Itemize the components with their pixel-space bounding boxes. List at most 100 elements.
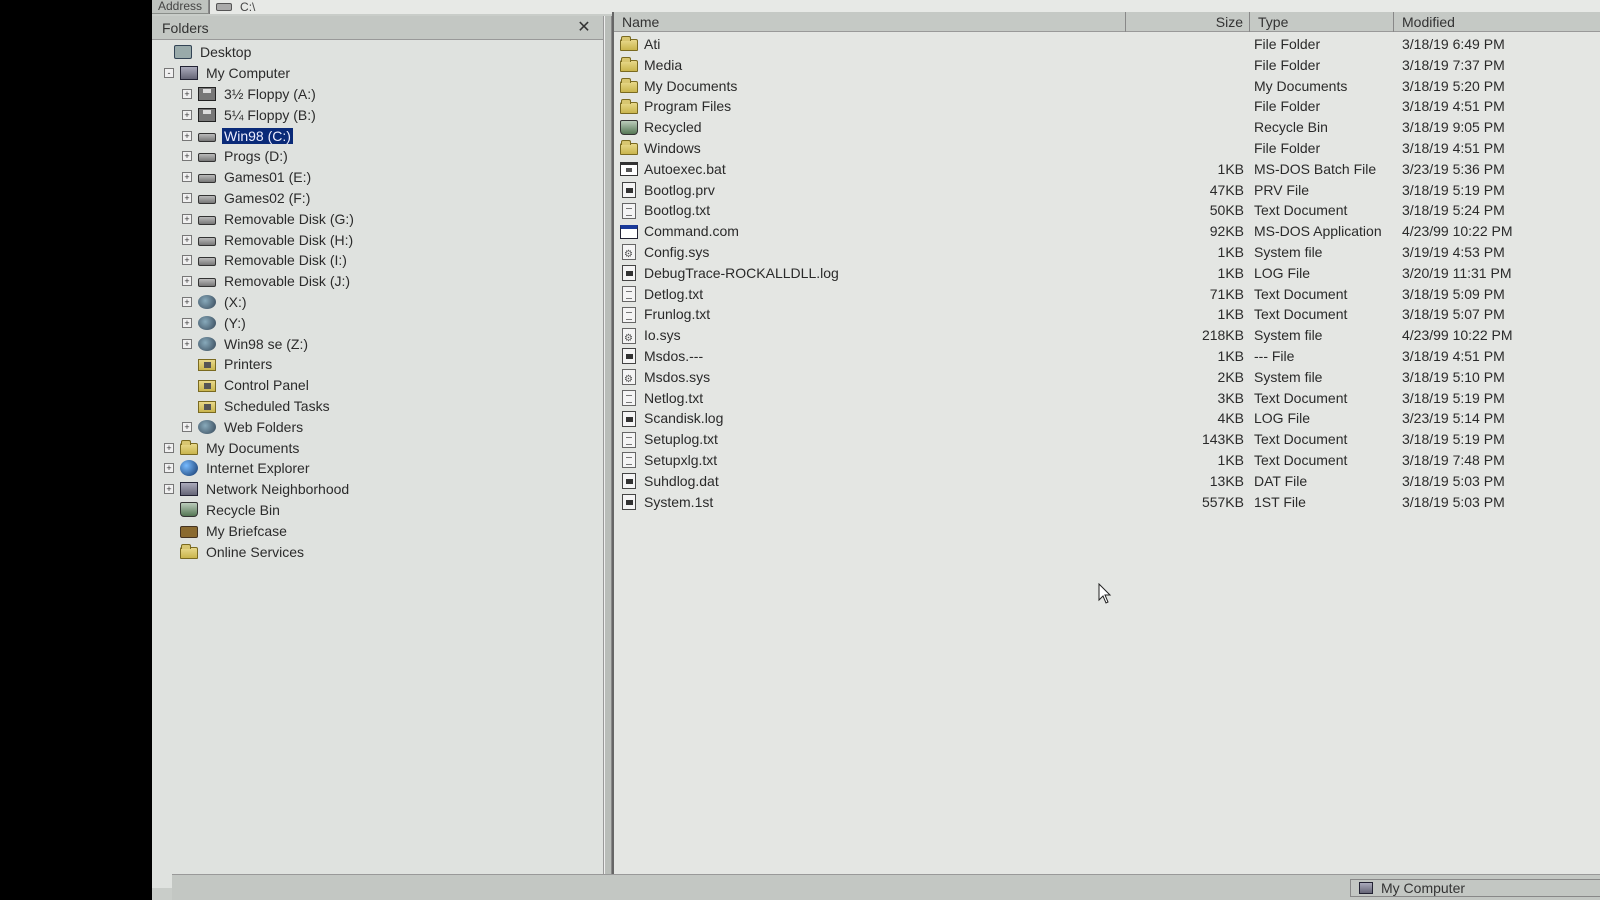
tree-item[interactable]: Scheduled Tasks [152,396,603,417]
file-name-cell: Recycled [620,117,702,138]
file-modified: 3/18/19 5:19 PM [1402,431,1505,448]
text-file-icon [622,389,636,406]
file-name: Frunlog.txt [644,306,711,323]
file-size: 92KB [1209,223,1244,240]
column-header-modified[interactable]: Modified [1394,12,1600,32]
expand-icon[interactable]: + [182,276,192,287]
expand-icon[interactable]: + [182,317,192,328]
expand-icon[interactable]: + [182,338,192,349]
file-row[interactable]: Netlog.txt 3KB Text Document 3/18/19 5:19 P… [614,388,1600,409]
file-name: Netlog.txt [644,389,704,406]
tree-item[interactable]: + (Y:) [152,312,603,333]
file-name: System.1st [644,493,714,510]
tree-item[interactable]: Control Panel [152,375,603,396]
file-row[interactable]: Detlog.txt 71KB Text Document 3/18/19 5:09 … [614,284,1600,305]
file-type: 1ST File [1254,493,1306,510]
collapse-icon[interactable]: - [164,68,174,79]
tree-item[interactable]: Desktop [152,42,603,63]
text-file-icon [622,431,636,448]
file-row[interactable]: Program Files File Folder 3/18/19 4:51 PM [614,96,1600,117]
tree-item[interactable]: + Games02 (F:) [152,188,603,209]
expand-icon[interactable]: + [182,109,192,120]
file-name-cell: System.1st [620,492,713,513]
file-row[interactable]: Command.com 92KB MS-DOS Application 4/23/99… [614,221,1600,242]
expand-icon[interactable]: + [182,192,192,203]
close-icon[interactable]: ✕ [575,19,593,37]
file-row[interactable]: Setuplog.txt 143KB Text Document 3/18/19 5:… [614,429,1600,450]
desktop-icon [174,45,192,60]
file-row[interactable]: Windows File Folder 3/18/19 4:51 PM [614,138,1600,159]
file-row[interactable]: Config.sys 1KB System file 3/19/19 4:53 PM [614,242,1600,266]
file-type: LOG File [1254,264,1311,281]
tree-item[interactable]: + Network Neighborhood [152,479,603,500]
column-header-size[interactable]: Size [1126,12,1250,32]
tree-item[interactable]: + Web Folders [152,416,603,437]
expand-icon[interactable]: + [182,296,192,307]
tree-item[interactable]: + Games01 (E:) [152,167,603,188]
file-name-cell: Msdos.sys [620,367,710,391]
column-header-name[interactable]: Name [614,12,1126,32]
pane-splitter[interactable] [604,16,612,888]
network-drive-icon [198,419,216,434]
expand-icon[interactable]: + [182,88,192,99]
expand-icon[interactable]: + [182,151,192,162]
tree-item[interactable]: Recycle Bin [152,500,603,521]
file-row[interactable]: Msdos.sys 2KB System file 3/18/19 5:10 PM [614,367,1600,391]
tree-item[interactable]: - My Computer [152,63,603,84]
tree-item[interactable]: + Removable Disk (I:) [152,250,603,271]
file-row[interactable]: Frunlog.txt 1KB Text Document 3/18/19 5:07 … [614,304,1600,325]
tree-item[interactable]: + Win98 se (Z:) [152,333,603,354]
tree-item[interactable]: + Removable Disk (G:) [152,208,603,229]
tree-item[interactable]: + My Documents [152,437,603,458]
tree-item[interactable]: +5¼ Floppy (B:) [152,104,603,125]
file-row[interactable]: My Documents My Documents 3/18/19 5:20 PM [614,76,1600,97]
expand-icon[interactable]: + [182,234,192,245]
file-name-cell: Suhdlog.dat [620,471,719,492]
expand-icon[interactable]: + [182,213,192,224]
file-row[interactable]: Autoexec.bat 1KB MS-DOS Batch File 3/23/19 … [614,159,1600,180]
tree-item[interactable]: +3½ Floppy (A:) [152,84,603,105]
text-file-icon [622,202,636,219]
log-file-icon [622,473,636,490]
file-row[interactable]: Bootlog.prv 47KB PRV File 3/18/19 5:19 PM [614,180,1600,201]
file-row[interactable]: Bootlog.txt 50KB Text Document 3/18/19 5:24… [614,200,1600,221]
tree-item[interactable]: + Removable Disk (H:) [152,229,603,250]
file-row[interactable]: Msdos.--- 1KB --- File 3/18/19 4:51 PM [614,346,1600,367]
expand-icon[interactable]: + [182,130,192,141]
file-modified: 3/18/19 5:24 PM [1402,202,1505,219]
file-row[interactable]: System.1st 557KB 1ST File 3/18/19 5:03 PM [614,492,1600,513]
file-row[interactable]: DebugTrace-ROCKALLDLL.log 1KB LOG File 3/20… [614,263,1600,284]
tree-item[interactable]: + Progs (D:) [152,146,603,167]
file-modified: 3/18/19 5:10 PM [1402,368,1505,385]
expand-icon[interactable]: + [164,463,174,474]
file-row[interactable]: Media File Folder 3/18/19 7:37 PM [614,55,1600,76]
file-name-cell: Netlog.txt [620,388,703,409]
expand-icon[interactable]: + [182,172,192,183]
file-row[interactable]: Setupxlg.txt 1KB Text Document 3/18/19 7:48… [614,450,1600,471]
file-row[interactable]: Io.sys 218KB System file 4/23/99 10:22 PM [614,325,1600,349]
file-row[interactable]: Ati File Folder 3/18/19 6:49 PM [614,34,1600,55]
tree-item-label: Control Panel [224,377,309,394]
tree-item[interactable]: + Win98 (C:) [152,125,603,146]
tree-item-label: My Computer [206,65,291,82]
tree-item[interactable]: + Removable Disk (J:) [152,271,603,292]
log-file-icon [622,181,636,198]
expand-icon[interactable]: + [164,442,174,453]
tree-item[interactable]: + (X:) [152,292,603,313]
tree-item[interactable]: My Briefcase [152,520,603,541]
tree-item[interactable]: Online Services [152,541,603,562]
file-row[interactable]: Suhdlog.dat 13KB DAT File 3/18/19 5:03 PM [614,471,1600,492]
tree-item-label: Removable Disk (G:) [224,210,354,227]
expand-icon[interactable]: + [182,421,192,432]
log-file-icon [622,265,636,282]
file-type: MS-DOS Application [1254,223,1382,240]
file-row[interactable]: Scandisk.log 4KB LOG File 3/23/19 5:14 PM [614,408,1600,429]
file-type: PRV File [1254,181,1309,198]
file-row[interactable]: Recycled Recycle Bin 3/18/19 9:05 PM [614,117,1600,138]
file-name: Command.com [644,223,739,240]
tree-item[interactable]: + Internet Explorer [152,458,603,479]
tree-item[interactable]: Printers [152,354,603,375]
expand-icon[interactable]: + [182,255,192,266]
column-header-type[interactable]: Type [1250,12,1394,32]
expand-icon[interactable]: + [164,484,174,495]
